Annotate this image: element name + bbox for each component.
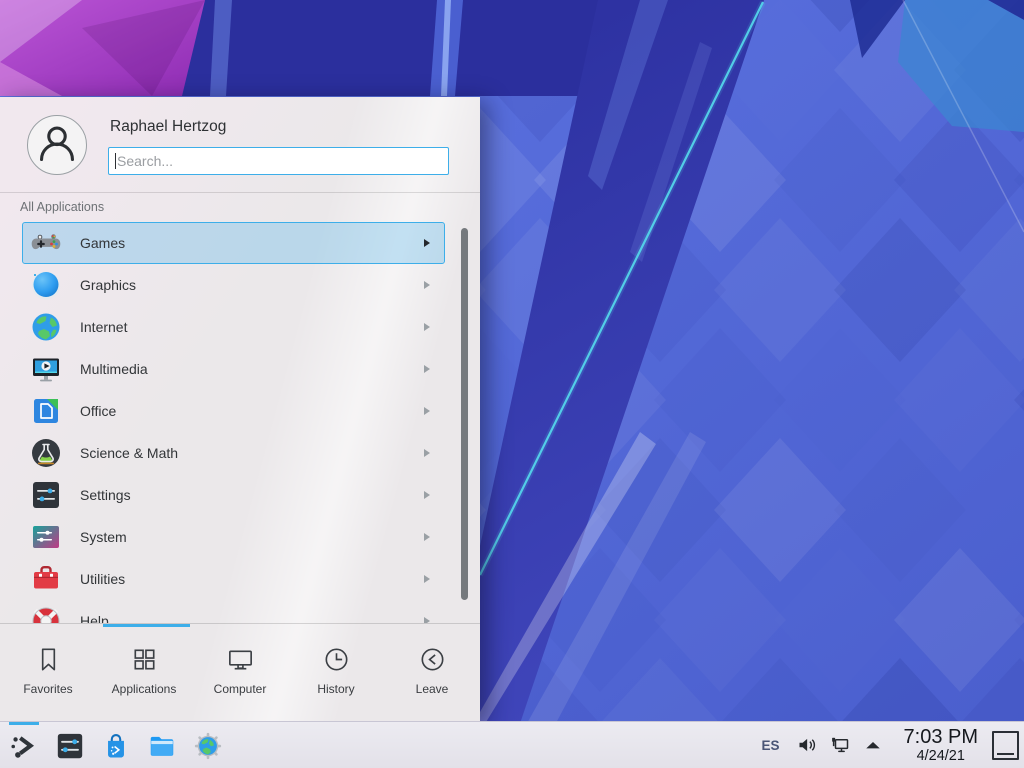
search-input[interactable] <box>108 147 449 175</box>
tab-label: Computer <box>214 682 267 696</box>
tab-label: Favorites <box>23 682 72 696</box>
taskbar-icon-system-settings[interactable] <box>55 731 85 761</box>
text-caret <box>115 153 116 169</box>
menu-item-office[interactable]: Office <box>22 390 445 432</box>
submenu-arrow-icon <box>424 533 430 541</box>
favorites-icon <box>33 644 64 675</box>
taskbar-icon-discover[interactable] <box>101 731 131 761</box>
menu-item-label: Science & Math <box>80 445 178 461</box>
taskbar: ES 7:03 PM 4/24/21 <box>0 721 1024 768</box>
clock-time: 7:03 PM <box>904 727 978 747</box>
app-list: Games Graphics Internet Multimedia Offic… <box>22 222 445 623</box>
submenu-arrow-icon <box>424 449 430 457</box>
system-icon <box>30 521 62 553</box>
scrollbar[interactable] <box>461 228 468 600</box>
menu-item-label: Multimedia <box>80 361 148 377</box>
settings-icon <box>30 479 62 511</box>
menu-item-label: Utilities <box>80 571 125 587</box>
launcher-header: Raphael Hertzog <box>0 97 480 193</box>
internet-icon <box>30 311 62 343</box>
menu-item-settings[interactable]: Settings <box>22 474 445 516</box>
user-name: Raphael Hertzog <box>110 118 226 136</box>
menu-item-label: Graphics <box>80 277 136 293</box>
history-icon <box>321 644 352 675</box>
taskbar-icon-web-browser[interactable] <box>193 731 223 761</box>
submenu-arrow-icon <box>424 407 430 415</box>
tab-label: Leave <box>416 682 449 696</box>
menu-item-label: Internet <box>80 319 127 335</box>
volume-icon[interactable] <box>795 733 819 757</box>
menu-item-label: Help <box>80 613 109 623</box>
desktop: Raphael Hertzog All Applications Games G… <box>0 0 1024 768</box>
section-label: All Applications <box>20 200 104 214</box>
submenu-arrow-icon <box>424 365 430 373</box>
taskbar-icon-file-manager[interactable] <box>147 731 177 761</box>
menu-item-science-math[interactable]: Science & Math <box>22 432 445 474</box>
science-icon <box>30 437 62 469</box>
tab-label: History <box>317 682 354 696</box>
menu-item-multimedia[interactable]: Multimedia <box>22 348 445 390</box>
menu-item-label: Office <box>80 403 116 419</box>
graphics-icon <box>30 269 62 301</box>
expand-tray-icon[interactable] <box>861 733 885 757</box>
application-launcher-menu: Raphael Hertzog All Applications Games G… <box>0 97 480 722</box>
multimedia-icon <box>30 353 62 385</box>
office-icon <box>30 395 62 427</box>
menu-item-label: Games <box>80 235 125 251</box>
menu-item-utilities[interactable]: Utilities <box>22 558 445 600</box>
tab-favorites[interactable]: Favorites <box>0 627 96 722</box>
menu-item-graphics[interactable]: Graphics <box>22 264 445 306</box>
tab-label: Applications <box>112 682 177 696</box>
taskbar-icon-application-launcher[interactable] <box>9 731 39 761</box>
tab-leave[interactable]: Leave <box>384 627 480 722</box>
games-icon <box>30 227 62 259</box>
computer-icon <box>225 644 256 675</box>
user-avatar[interactable] <box>27 115 87 175</box>
menu-item-system[interactable]: System <box>22 516 445 558</box>
tab-computer[interactable]: Computer <box>192 627 288 722</box>
submenu-arrow-icon <box>424 281 430 289</box>
system-tray: ES 7:03 PM 4/24/21 <box>762 722 1024 768</box>
applications-icon <box>129 644 160 675</box>
utilities-icon <box>30 563 62 595</box>
clock-date: 4/24/21 <box>917 749 965 764</box>
menu-item-help[interactable]: Help <box>22 600 445 623</box>
tabbar-separator <box>0 623 480 624</box>
show-desktop-button[interactable] <box>992 731 1019 760</box>
submenu-arrow-icon <box>424 575 430 583</box>
menu-item-label: System <box>80 529 127 545</box>
help-icon <box>30 605 62 623</box>
network-icon[interactable] <box>828 733 852 757</box>
submenu-arrow-icon <box>424 239 430 247</box>
submenu-arrow-icon <box>424 323 430 331</box>
launcher-tabbar: Favorites Applications Computer History … <box>0 627 480 722</box>
leave-icon <box>417 644 448 675</box>
submenu-arrow-icon <box>424 491 430 499</box>
digital-clock[interactable]: 7:03 PM 4/24/21 <box>904 727 978 764</box>
menu-item-label: Settings <box>80 487 131 503</box>
tab-applications[interactable]: Applications <box>96 627 192 722</box>
keyboard-layout-indicator[interactable]: ES <box>762 738 780 753</box>
tab-history[interactable]: History <box>288 627 384 722</box>
tray-icons <box>795 733 894 757</box>
menu-item-games[interactable]: Games <box>22 222 445 264</box>
menu-item-internet[interactable]: Internet <box>22 306 445 348</box>
taskbar-launchers <box>0 722 239 768</box>
